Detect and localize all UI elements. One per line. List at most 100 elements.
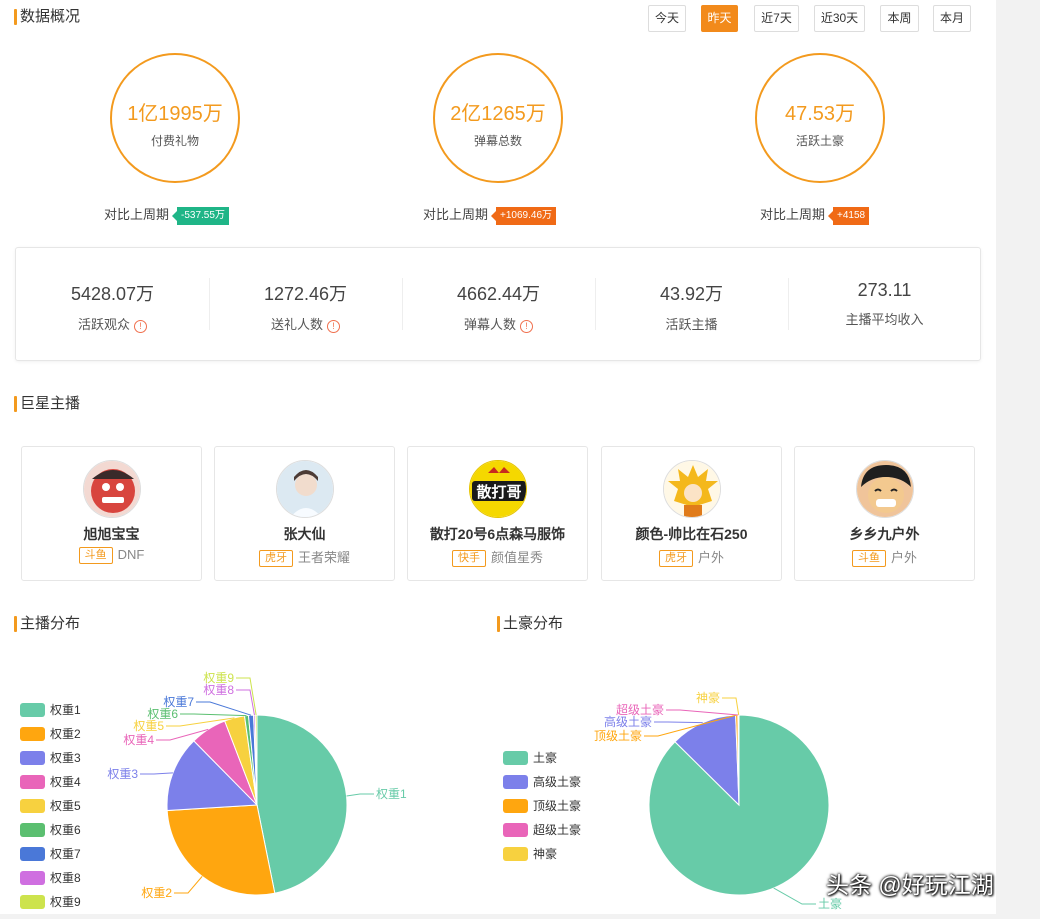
streamer-name: 颜色-帅比在石250: [635, 526, 748, 542]
streamer-card[interactable]: 旭旭宝宝 斗鱼 DNF: [21, 446, 202, 581]
streamer-card[interactable]: 张大仙 虎牙 王者荣耀: [214, 446, 395, 581]
active-tycoons-delta-badge: +4158: [828, 206, 870, 225]
stat-label-row: 弹幕人数!: [402, 314, 595, 333]
tab-this-month[interactable]: 本月: [933, 5, 971, 32]
legend-label: 权重9: [50, 895, 81, 909]
streamer-category: 颜值星秀: [490, 550, 543, 565]
compare-label: 对比上周期: [104, 207, 170, 222]
legend-swatch: [20, 799, 45, 813]
stars-title-text: 巨星主播: [20, 395, 81, 412]
paid-gifts-circle: 1亿1995万 付费礼物: [110, 53, 240, 183]
streamer-name: 张大仙: [283, 526, 326, 542]
platform-tag: 虎牙: [658, 550, 693, 567]
streamer-dist-title-text: 主播分布: [20, 615, 81, 632]
streamer-platform-row: 斗鱼 户外: [795, 547, 974, 567]
platform-tag: 斗鱼: [851, 550, 886, 567]
stat-label: 弹幕人数: [463, 317, 516, 332]
tab-today[interactable]: 今天: [648, 5, 686, 32]
legend-label: 土豪: [533, 751, 558, 765]
active-tycoons-label: 活跃土豪: [795, 134, 844, 148]
streamer-name: 旭旭宝宝: [83, 526, 140, 542]
section-accent-bar: [14, 616, 17, 632]
streamer-avatar: 散打哥: [469, 460, 527, 518]
legend-label: 权重7: [50, 847, 81, 861]
tab-last-7-days[interactable]: 近7天: [754, 5, 799, 32]
stat-avg-income: 273.11 主播平均收入: [788, 248, 981, 362]
legend-swatch: [503, 775, 528, 789]
stat-value: 4662.44万: [456, 284, 541, 304]
pie-slice[interactable]: [166, 804, 276, 896]
pie-leader-line: [654, 721, 703, 724]
streamer-avatar: [663, 460, 721, 518]
info-icon[interactable]: !: [520, 320, 533, 333]
tab-last-30-days[interactable]: 近30天: [814, 5, 865, 32]
pie-slice-label: 权重5: [133, 719, 164, 733]
pie-slice[interactable]: [256, 714, 348, 894]
watermark: 头条 @好玩江湖: [826, 872, 994, 898]
streamer-platform-row: 虎牙 户外: [602, 547, 781, 567]
streamer-card[interactable]: 散打哥 散打20号6点森马服饰 快手 颜值星秀: [407, 446, 588, 581]
legend-swatch: [20, 751, 45, 765]
legend-label: 神豪: [533, 847, 558, 861]
streamer-dist-pie-chart: 权重1 权重2 权重3 权重4权重5权重6权重7 权重8权重9: [107, 671, 407, 900]
paid-gifts-value: 1亿1995万: [127, 103, 223, 125]
legend-swatch: [20, 847, 45, 861]
pie-slice[interactable]: [737, 714, 740, 806]
legend-swatch: [20, 727, 45, 741]
tab-yesterday[interactable]: 昨天: [701, 5, 738, 32]
stat-label: 主播平均收入: [845, 312, 924, 327]
pie-slice-label: 权重2: [141, 886, 172, 900]
streamer-card[interactable]: 颜色-帅比在石250 虎牙 户外: [601, 446, 782, 581]
pie-leader-line: [174, 876, 203, 894]
legend-swatch: [503, 751, 528, 765]
tycoon-dist-section-title: 土豪分布: [483, 614, 563, 634]
legend-label: 权重6: [50, 823, 81, 837]
legend-swatch: [20, 775, 45, 789]
streamer-avatar: [83, 460, 141, 518]
stat-label: 活跃主播: [665, 317, 718, 332]
legend-swatch: [503, 823, 528, 837]
paid-gifts-compare: 对比上周期 -537.55万: [104, 205, 229, 225]
stat-label-row: 活跃主播: [595, 314, 788, 333]
streamer-category: 王者荣耀: [297, 550, 350, 565]
platform-tag: 斗鱼: [78, 547, 113, 564]
streamer-category: 户外: [890, 550, 917, 565]
stats-panel: 5428.07万 活跃观众! 1272.46万 送礼人数! 4662.44万 弹…: [15, 247, 981, 361]
stat-label: 送礼人数: [270, 317, 323, 332]
section-accent-bar: [14, 9, 17, 25]
pie-leader-line: [666, 709, 739, 716]
section-accent-bar: [14, 396, 17, 412]
overview-section-title: 数据概况: [0, 7, 80, 27]
legend-swatch: [20, 871, 45, 885]
legend-swatch: [503, 799, 528, 813]
danmaku-total-value: 2亿1265万: [450, 103, 546, 125]
stat-label: 活跃观众: [77, 317, 130, 332]
info-icon[interactable]: !: [327, 320, 340, 333]
tycoon-dist-title-text: 土豪分布: [503, 615, 564, 632]
stat-label-row: 主播平均收入: [788, 309, 981, 328]
stat-danmaku-senders: 4662.44万 弹幕人数!: [402, 248, 595, 362]
stat-label-row: 送礼人数!: [209, 314, 402, 333]
legend-label: 权重4: [50, 775, 81, 789]
tab-this-week[interactable]: 本周: [880, 5, 919, 32]
pie-leader-line: [196, 701, 252, 716]
avatar-logo-text: 散打哥: [476, 483, 521, 501]
streamer-category: DNF: [117, 547, 145, 562]
streamer-platform-row: 斗鱼 DNF: [22, 547, 201, 564]
pie-slice-label: 神豪: [696, 690, 720, 705]
pie-slice-label: 超级土豪: [616, 702, 664, 717]
compare-label: 对比上周期: [423, 207, 489, 222]
platform-tag: 虎牙: [258, 550, 293, 567]
pie-slice-label: 权重7: [163, 695, 194, 709]
legend-swatch: [20, 703, 45, 717]
pie-slice-label: 权重4: [123, 733, 154, 747]
pie-leader-line: [140, 772, 173, 775]
pie-slice-label: 权重8: [203, 683, 234, 697]
section-accent-bar: [497, 616, 500, 632]
info-icon[interactable]: !: [134, 320, 147, 333]
streamer-category: 户外: [697, 550, 724, 565]
active-tycoons-circle: 47.53万 活跃土豪: [755, 53, 885, 183]
danmaku-total-label: 弹幕总数: [473, 134, 522, 148]
page-right-gutter: [996, 0, 1040, 919]
streamer-card[interactable]: 乡乡九户外 斗鱼 户外: [794, 446, 975, 581]
